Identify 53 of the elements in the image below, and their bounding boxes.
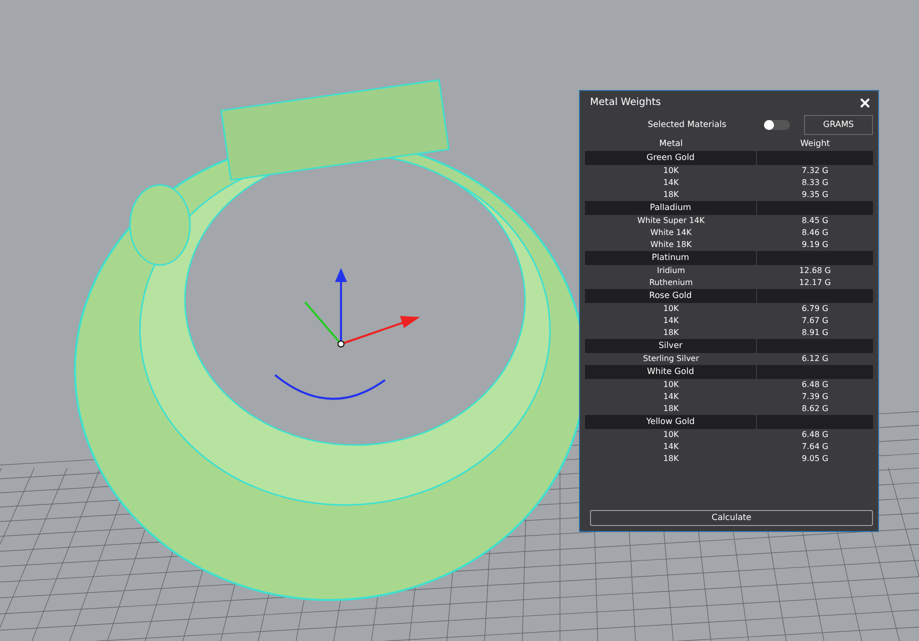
metal-cell-text: 14K [662,441,680,453]
metal-group-header: Yellow Gold [585,415,757,429]
weight-cell-text: 7.39 G [800,391,830,403]
column-header: Weight [799,138,831,151]
metal-cell-text: Iridium [656,265,686,277]
metal-group-header: Rose Gold [585,289,757,303]
unit-button[interactable]: GRAMS [804,115,873,135]
metal-group-header: Silver [585,339,757,353]
metal-cell-text: 14K [662,391,680,403]
metal-cell-text: White 18K [649,239,693,251]
weight-cell-text: 9.19 G [800,239,830,251]
metal-cell-text: 14K [662,177,680,189]
metal-cell-text: 18K [662,327,680,339]
weight-cell-text: 12.68 G [798,265,832,277]
weight-cell-text: 6.79 G [800,303,830,315]
weight-cell-text: 7.67 G [800,315,830,327]
selected-materials-toggle[interactable] [764,120,790,130]
metal-cell-text: 10K [662,165,680,177]
metal-group-header: Platinum [585,251,757,265]
metal-cell-text: 14K [662,315,680,327]
metal-group-header: Palladium [585,201,757,215]
metal-cell-text: Ruthenium [648,277,694,289]
weight-cell-text: 9.05 G [800,453,830,465]
weight-cell-text: 6.48 G [800,429,830,441]
weight-cell-text: 8.33 G [800,177,830,189]
weight-cell-text: 8.45 G [800,215,830,227]
metal-cell-text: 18K [662,189,680,201]
weight-cell-text: 8.62 G [800,403,830,415]
metal-cell-text: White 14K [649,227,693,239]
panel-title: Metal Weights [590,97,661,108]
close-icon [860,98,870,108]
weight-cell-text: 8.91 G [800,327,830,339]
metal-cell-text: White Super 14K [636,215,706,227]
toggle-label: Selected Materials [646,120,728,130]
calculate-button[interactable]: Calculate [590,510,873,526]
metal-cell-text: 18K [662,403,680,415]
weight-cell-text: 9.35 G [800,189,830,201]
metal-group-header: Green Gold [585,151,757,165]
weight-cell-text: 7.64 G [800,441,830,453]
metal-cell-text: 10K [662,379,680,391]
metal-cell-text: Sterling Silver [642,353,700,365]
metal-group-header: White Gold [585,365,757,379]
metal-cell-text: 18K [662,453,680,465]
metal-cell-text: 10K [662,429,680,441]
weight-cell-text: 7.32 G [800,165,830,177]
column-header: Metal [658,138,684,151]
weight-cell-text: 6.48 G [800,379,830,391]
metal-cell-text: 10K [662,303,680,315]
weight-cell-text: 6.12 G [800,353,830,365]
close-button[interactable] [860,98,870,108]
transform-gizmo-icon [274,268,420,400]
weight-cell-text: 12.17 G [798,277,832,289]
weight-cell-text: 8.46 G [800,227,830,239]
